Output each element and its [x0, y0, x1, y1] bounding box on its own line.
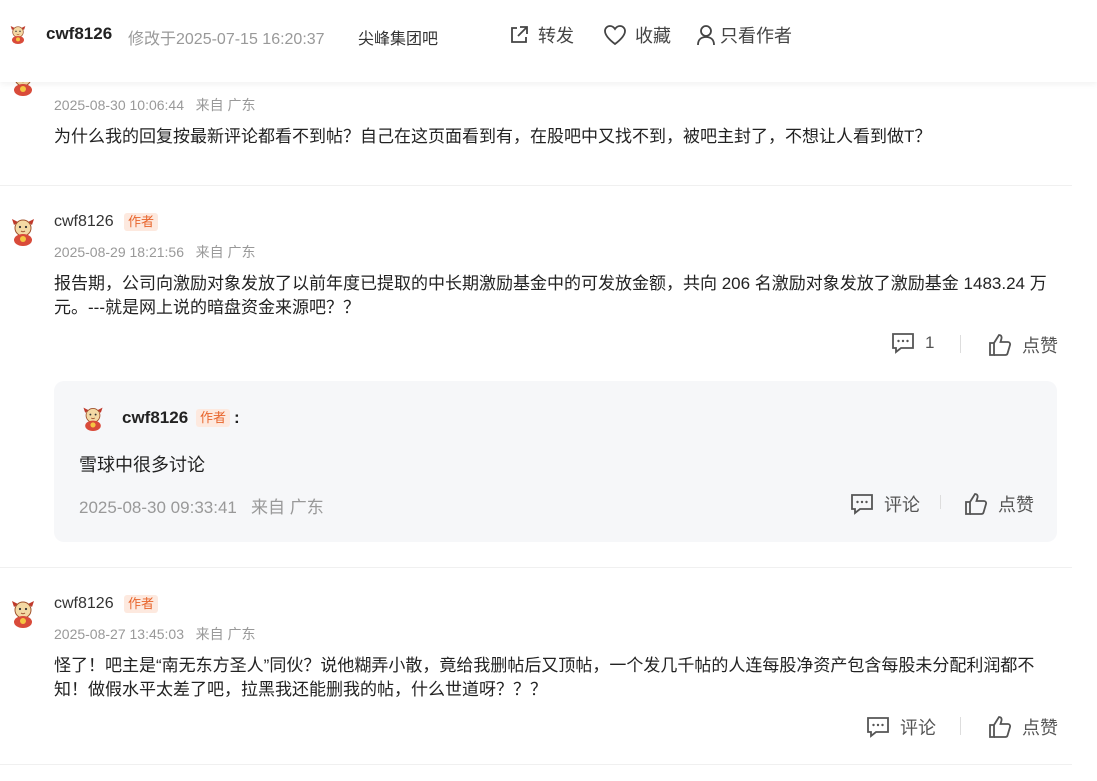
comment-divider	[0, 185, 1072, 186]
reply-box: cwf8126 作者 : 雪球中很多讨论 2025-08-30 09:33:41…	[54, 381, 1057, 542]
like-button[interactable]: 点赞	[988, 332, 1058, 358]
author-badge: 作者	[196, 409, 231, 427]
comment-divider	[0, 764, 1072, 765]
thumbs-up-icon	[989, 334, 1012, 356]
comment-content: 报告期，公司向激励对象发放了以前年度已提取的中长期激励基金中的可发放金额，共向 …	[54, 274, 1047, 317]
share-icon	[511, 26, 528, 43]
thumbs-up-icon	[965, 493, 988, 515]
commenter-avatar[interactable]	[8, 216, 38, 246]
heart-icon	[604, 25, 626, 46]
action-divider	[940, 495, 941, 509]
author-badge: 作者	[124, 213, 159, 231]
comment-count: 1	[925, 333, 935, 352]
post-header-bar: cwf8126 修改于2025-07-15 16:20:37 尖峰集团吧 转发 …	[0, 0, 1097, 82]
reply-author-name[interactable]: cwf8126	[122, 408, 188, 428]
header-author-name[interactable]: cwf8126	[46, 24, 112, 44]
comment-button[interactable]: 评论	[866, 714, 936, 740]
bar-name-link[interactable]: 尖峰集团吧	[358, 25, 438, 49]
commenter-avatar[interactable]	[8, 598, 38, 628]
comment-label: 评论	[900, 718, 936, 738]
action-divider	[960, 717, 961, 735]
comment-time: 2025-08-27 13:45:03 来自 广东	[54, 626, 256, 642]
reply-like-button[interactable]: 点赞	[964, 491, 1034, 517]
like-label: 点赞	[1022, 718, 1058, 738]
comment-icon	[892, 333, 914, 354]
commenter-name[interactable]: cwf8126	[54, 213, 114, 231]
share-label: 转发	[538, 26, 574, 46]
share-button[interactable]: 转发	[508, 22, 574, 48]
reply-avatar[interactable]	[80, 405, 106, 431]
comment-button[interactable]: 1	[891, 332, 934, 354]
reply-comment-label: 评论	[884, 495, 920, 515]
comment-time: 2025-08-30 10:06:44 来自 广东	[54, 97, 256, 113]
comment-icon	[867, 717, 889, 738]
action-divider	[960, 335, 961, 353]
reply-text: 雪球中很多讨论	[79, 455, 205, 475]
commenter-name[interactable]: cwf8126	[54, 595, 114, 613]
author-only-label: 只看作者	[720, 26, 792, 46]
like-label: 点赞	[1022, 336, 1058, 356]
thumbs-up-icon	[989, 716, 1012, 738]
comment-divider	[0, 567, 1072, 568]
reply-colon: :	[234, 408, 240, 427]
reply-time: 2025-08-30 09:33:41 来自 广东	[79, 498, 324, 517]
modified-time: 修改于2025-07-15 16:20:37	[128, 31, 325, 48]
comment-content: 怪了！吧主是“南无东方圣人”同伙？说他糊弄小散，竟给我删帖后又顶帖，一个发几千帖…	[54, 656, 1035, 699]
favorite-label: 收藏	[635, 26, 671, 46]
comment-content: 为什么我的回复按最新评论都看不到帖？自己在这页面看到有，在股吧中又找不到，被吧主…	[54, 127, 932, 146]
like-button[interactable]: 点赞	[988, 714, 1058, 740]
comment-icon	[851, 494, 873, 515]
author-avatar[interactable]	[8, 24, 28, 44]
reply-comment-button[interactable]: 评论	[850, 491, 920, 517]
comment-time: 2025-08-29 18:21:56 来自 广东	[54, 244, 256, 260]
author-only-button[interactable]: 只看作者	[696, 22, 792, 48]
user-icon	[697, 25, 715, 46]
reply-like-label: 点赞	[998, 495, 1034, 515]
author-badge: 作者	[124, 595, 159, 613]
favorite-button[interactable]: 收藏	[603, 22, 671, 48]
